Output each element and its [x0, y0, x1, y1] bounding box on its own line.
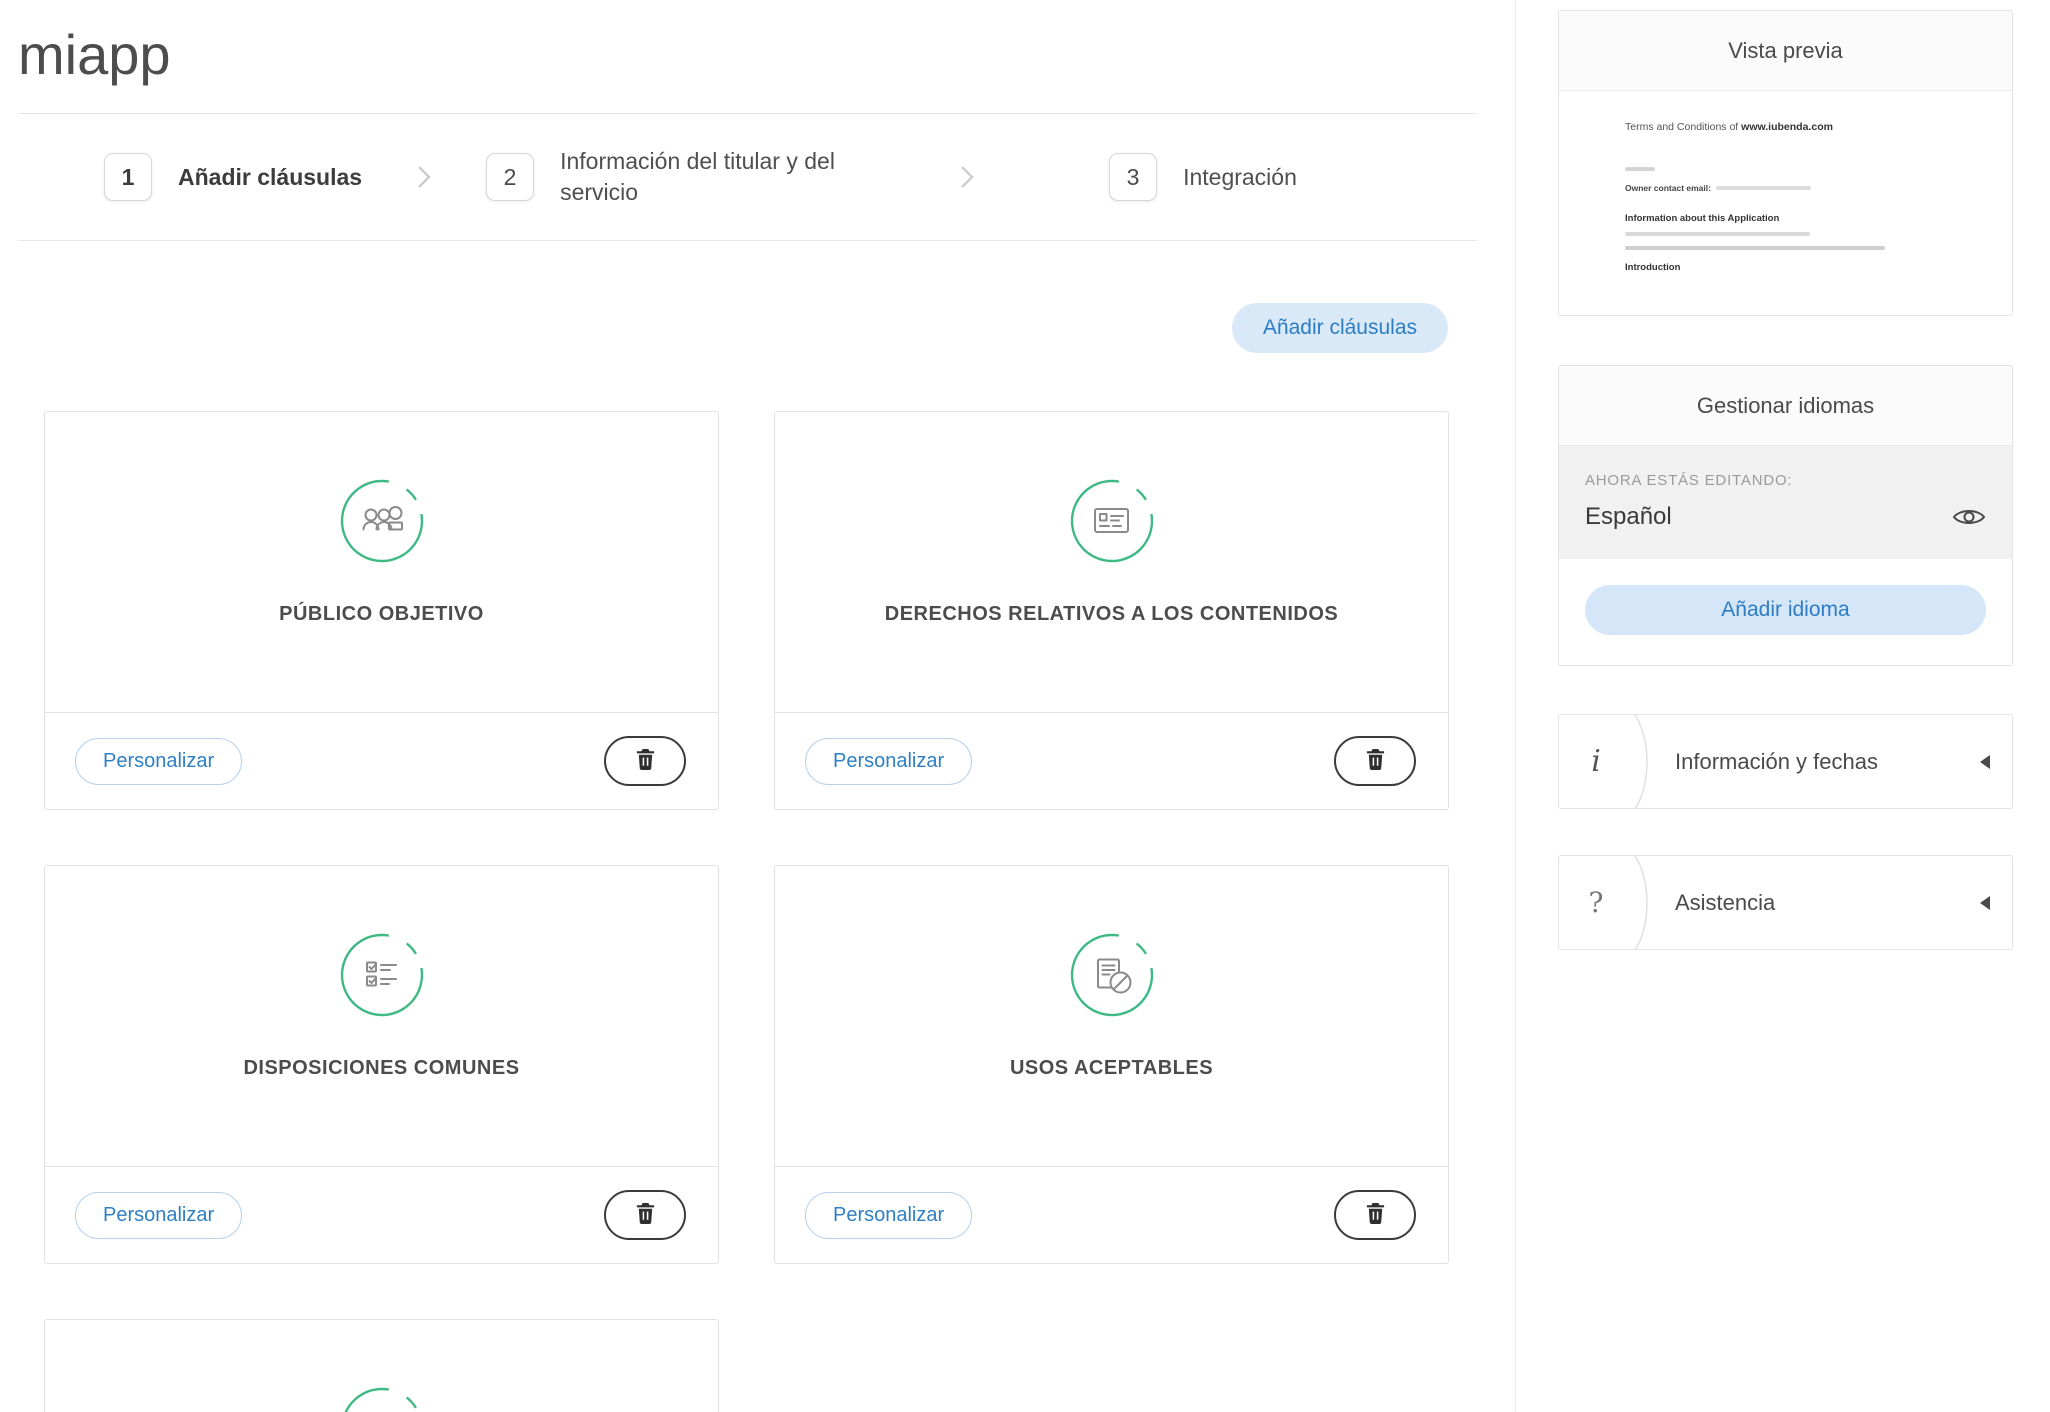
clause-card: DERECHOS RELATIVOS A LOS CONTENIDOS Pers…: [774, 411, 1449, 810]
clause-card-body: DISPOSICIONES COMUNES: [45, 866, 718, 1166]
delete-clause-button[interactable]: [604, 736, 686, 786]
delete-clause-button[interactable]: [1334, 1190, 1416, 1240]
clause-card-body: USOS ACEPTABLES: [775, 866, 1448, 1166]
chevron-right-icon: [960, 164, 974, 190]
content-rights-icon: [1069, 478, 1155, 569]
redacted-text-line: [1716, 186, 1811, 190]
page: miapp 1 Añadir cláusulas 2 Información d…: [0, 0, 2050, 1412]
preview-owner-line: Owner contact email:: [1625, 183, 1982, 193]
clause-grid: PÚBLICO OBJETIVO Personalizar DERECHOS R…: [44, 411, 1515, 1412]
preview-doc-title: Terms and Conditions of www.iubenda.com: [1625, 121, 1982, 133]
clause-card: USOS ACEPTABLES Personalizar: [774, 865, 1449, 1264]
preview-intro-heading: Introduction: [1625, 262, 1982, 273]
step-2-owner-info[interactable]: 2 Información del titular y del servicio: [486, 146, 905, 208]
personalize-button[interactable]: Personalizar: [75, 1192, 242, 1239]
redacted-text-line: [1625, 232, 1810, 236]
eye-icon[interactable]: [1952, 506, 1986, 528]
page-title: miapp: [18, 22, 1515, 87]
clause-title: DERECHOS RELATIVOS A LOS CONTENIDOS: [885, 603, 1338, 626]
step-2-number: 2: [486, 153, 534, 201]
circle-icon: [339, 1386, 425, 1412]
collapse-left-icon: [1980, 896, 1990, 910]
delete-clause-button[interactable]: [604, 1190, 686, 1240]
languages-panel: Gestionar idiomas AHORA ESTÁS EDITANDO: …: [1558, 365, 2013, 666]
step-1-add-clauses[interactable]: 1 Añadir cláusulas: [104, 153, 362, 201]
step-3-integration[interactable]: 3 Integración: [1109, 153, 1297, 201]
curve-divider: [1633, 715, 1655, 809]
add-language-button[interactable]: Añadir idioma: [1585, 585, 1986, 635]
divider: [18, 240, 1477, 241]
step-1-number: 1: [104, 153, 152, 201]
current-language: Español: [1585, 503, 1672, 531]
preview-panel-title: Vista previa: [1559, 11, 2012, 91]
clause-card-body: [45, 1320, 718, 1412]
chevron-right-icon: [417, 164, 431, 190]
help-icon: ?: [1559, 886, 1633, 919]
personalize-button[interactable]: Personalizar: [75, 738, 242, 785]
actions-row: Añadir cláusulas: [0, 303, 1515, 353]
trash-icon: [635, 1202, 656, 1228]
clause-card-footer: Personalizar: [775, 712, 1448, 809]
step-1-label: Añadir cláusulas: [178, 162, 362, 193]
curve-divider: [1633, 856, 1655, 950]
stepper: 1 Añadir cláusulas 2 Información del tit…: [0, 114, 1515, 240]
preview-panel: Vista previa Terms and Conditions of www…: [1558, 10, 2013, 316]
personalize-button[interactable]: Personalizar: [805, 738, 972, 785]
clause-card: Personalizar: [44, 1319, 719, 1412]
clause-card-footer: Personalizar: [45, 1166, 718, 1263]
add-language-area: Añadir idioma: [1559, 559, 2012, 665]
editing-label: AHORA ESTÁS EDITANDO:: [1585, 472, 1986, 489]
sidebar: Vista previa Terms and Conditions of www…: [1516, 0, 2050, 1412]
clause-card: PÚBLICO OBJETIVO Personalizar: [44, 411, 719, 810]
clause-card-body: DERECHOS RELATIVOS A LOS CONTENIDOS: [775, 412, 1448, 712]
step-2-label: Información del titular y del servicio: [560, 146, 905, 208]
acceptable-use-icon: [1069, 932, 1155, 1023]
clause-card-body: PÚBLICO OBJETIVO: [45, 412, 718, 712]
clause-card-footer: Personalizar: [45, 712, 718, 809]
redacted-text-line: [1625, 167, 1655, 171]
info-dates-label: Información y fechas: [1675, 749, 1980, 775]
trash-icon: [1365, 748, 1386, 774]
languages-panel-title: Gestionar idiomas: [1559, 366, 2012, 446]
step-3-number: 3: [1109, 153, 1157, 201]
support-label: Asistencia: [1675, 890, 1980, 916]
trash-icon: [1365, 1202, 1386, 1228]
main-content: miapp 1 Añadir cláusulas 2 Información d…: [0, 0, 1516, 1412]
redacted-text-line: [1625, 246, 1885, 250]
info-dates-panel[interactable]: i Información y fechas: [1558, 714, 2013, 809]
clause-card: DISPOSICIONES COMUNES Personalizar: [44, 865, 719, 1264]
checklist-icon: [339, 932, 425, 1023]
delete-clause-button[interactable]: [1334, 736, 1416, 786]
info-icon: i: [1559, 744, 1633, 779]
clause-title: DISPOSICIONES COMUNES: [243, 1057, 519, 1080]
preview-document[interactable]: Terms and Conditions of www.iubenda.com …: [1559, 91, 2012, 315]
personalize-button[interactable]: Personalizar: [805, 1192, 972, 1239]
step-3-label: Integración: [1183, 162, 1297, 193]
clause-title: PÚBLICO OBJETIVO: [279, 603, 484, 626]
people-group-icon: [339, 478, 425, 569]
clause-card-footer: Personalizar: [775, 1166, 1448, 1263]
current-language-row: Español: [1585, 503, 1986, 531]
collapse-left-icon: [1980, 755, 1990, 769]
clause-title: USOS ACEPTABLES: [1010, 1057, 1213, 1080]
support-panel[interactable]: ? Asistencia: [1558, 855, 2013, 950]
add-clauses-button[interactable]: Añadir cláusulas: [1232, 303, 1448, 353]
preview-section-heading: Information about this Application: [1625, 213, 1982, 224]
trash-icon: [635, 748, 656, 774]
editing-block: AHORA ESTÁS EDITANDO: Español: [1559, 446, 2012, 559]
